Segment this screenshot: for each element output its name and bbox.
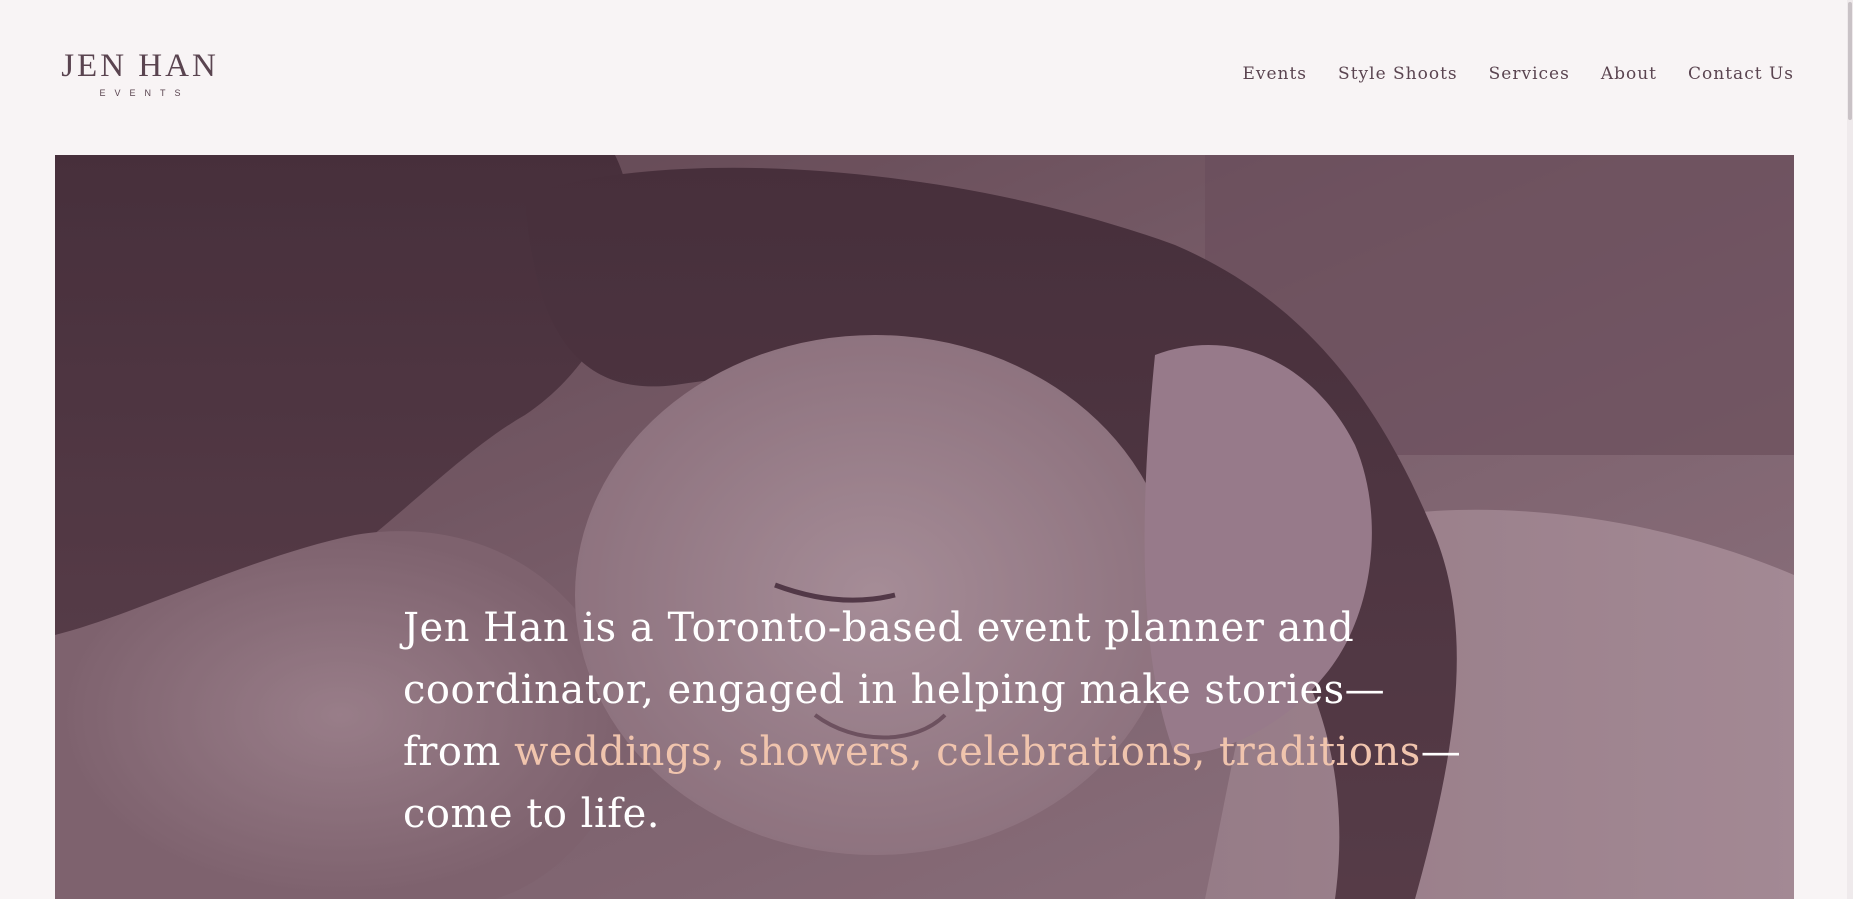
hero-text-highlight: weddings, showers, celebrations, traditi… [514,729,1421,775]
nav-item-services[interactable]: Services [1489,64,1570,84]
site-header: JEN HAN EVENTS Events Style Shoots Servi… [0,0,1853,154]
hero-section: Jen Han is a Toronto-based event planner… [55,155,1794,899]
logo-wordmark: JEN HAN [61,48,219,84]
nav-item-style-shoots[interactable]: Style Shoots [1338,64,1458,84]
hero-statement: Jen Han is a Toronto-based event planner… [403,597,1483,845]
nav-item-about[interactable]: About [1601,64,1657,84]
nav-item-events[interactable]: Events [1242,64,1307,84]
nav-item-contact-us[interactable]: Contact Us [1688,64,1794,84]
main-nav: Events Style Shoots Services About Conta… [1242,64,1794,84]
logo-tagline: EVENTS [99,88,190,98]
scrollbar-thumb[interactable] [1848,2,1852,120]
page: JEN HAN EVENTS Events Style Shoots Servi… [0,0,1853,899]
page-scrollbar[interactable] [1847,0,1853,899]
site-logo[interactable]: JEN HAN EVENTS [55,48,225,98]
